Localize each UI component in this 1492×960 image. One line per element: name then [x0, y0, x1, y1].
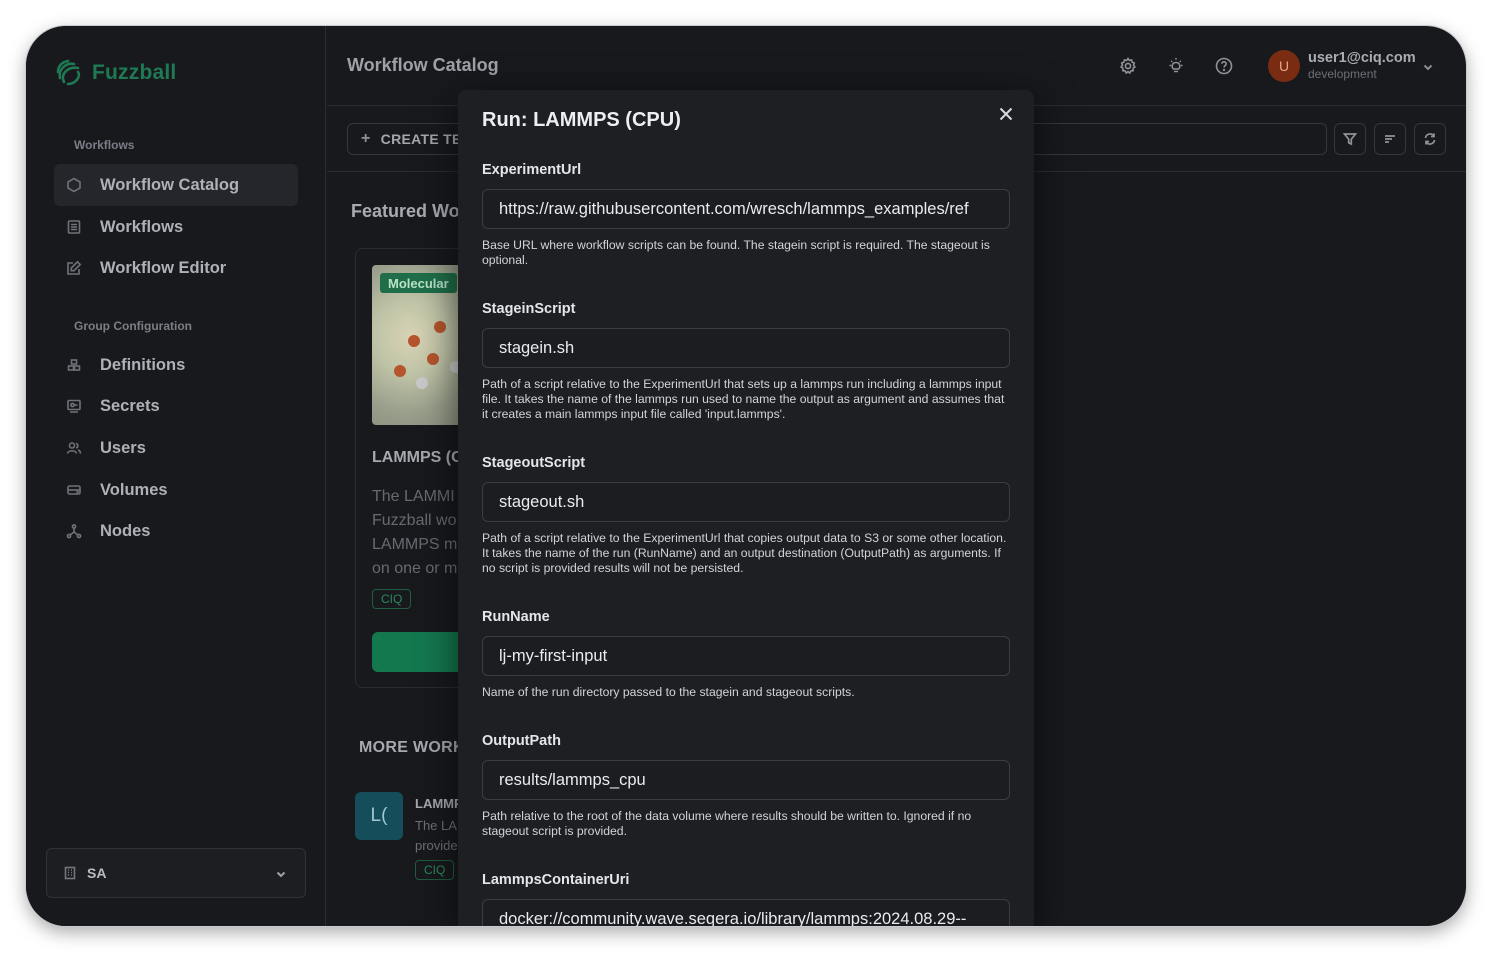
sidebar-item-label: Nodes [100, 521, 151, 540]
plus-icon: + [361, 130, 371, 147]
output-path-input[interactable]: results/lammps_cpu [482, 760, 1010, 800]
sidebar-item-users[interactable]: Users [54, 427, 298, 469]
chevron-down-icon[interactable] [1422, 60, 1434, 72]
app-window: Fuzzball Workflows Workflow Catalog Work… [26, 26, 1466, 926]
output-path-help: Path relative to the root of the data vo… [482, 809, 972, 838]
experiment-url-input[interactable]: https://raw.githubusercontent.com/wresch… [482, 189, 1010, 229]
sidebar-item-label: Secrets [100, 396, 160, 415]
sort-icon [1385, 135, 1395, 143]
stageout-script-help: Path of a script relative to the Experim… [482, 531, 1007, 575]
key-icon [66, 398, 82, 414]
group-select-value: SA [87, 865, 107, 881]
user-environment: development [1308, 67, 1377, 81]
sidebar-item-label: Volumes [100, 480, 168, 499]
sidebar-item-label: Definitions [100, 355, 186, 374]
group-select[interactable]: SA [46, 848, 306, 898]
filter-button[interactable] [1334, 123, 1366, 155]
sidebar-item-nodes[interactable]: Nodes [54, 510, 298, 552]
sort-button[interactable] [1374, 123, 1406, 155]
workflow-list-icon: L( [355, 792, 403, 840]
create-template-label: CREATE TE [380, 131, 462, 147]
lammps-container-uri-label: LammpsContainerUri [482, 872, 630, 888]
stageout-script-label: StageoutScript [482, 455, 586, 471]
user-email[interactable]: user1@ciq.com [1308, 50, 1416, 66]
sidebar-item-workflow-catalog[interactable]: Workflow Catalog [54, 164, 298, 206]
sidebar-item-workflow-editor[interactable]: Workflow Editor [54, 247, 298, 289]
more-workflows-title: MORE WORK [359, 739, 465, 756]
stagein-script-input[interactable]: stagein.sh [482, 328, 1010, 368]
dialog-title: Run: LAMMPS (CPU) [482, 109, 681, 131]
page-title: Workflow Catalog [347, 55, 499, 75]
help-icon[interactable] [1214, 56, 1234, 76]
edit-icon [66, 260, 82, 276]
refresh-button[interactable] [1414, 123, 1446, 155]
brand-name: Fuzzball [92, 61, 177, 84]
card-title: LAMMPS (C [372, 449, 463, 466]
list-icon [66, 219, 82, 235]
experiment-url-help: Base URL where workflow scripts can be f… [482, 238, 990, 267]
featured-section-title: Featured Wo [351, 201, 460, 221]
ciq-badge: CIQ [372, 589, 412, 609]
list-item-title[interactable]: LAMMP [415, 796, 463, 811]
category-tag: Molecular [380, 273, 457, 293]
search-input[interactable] [1027, 123, 1327, 155]
sidebar-item-label: Workflow Editor [100, 258, 227, 277]
avatar[interactable]: U [1268, 50, 1300, 82]
stageout-script-input[interactable]: stageout.sh [482, 482, 1010, 522]
sidebar-item-label: Users [100, 438, 146, 457]
sidebar: Fuzzball Workflows Workflow Catalog Work… [26, 26, 326, 926]
sidebar-item-label: Workflows [100, 217, 184, 236]
sidebar-item-label: Workflow Catalog [100, 175, 240, 194]
run-name-help: Name of the run directory passed to the … [482, 685, 855, 699]
drive-icon [66, 482, 82, 498]
stack-icon [66, 357, 82, 373]
filter-icon [1343, 133, 1357, 146]
sidebar-item-definitions[interactable]: Definitions [54, 344, 298, 386]
refresh-icon [1424, 133, 1436, 145]
sidebar-item-volumes[interactable]: Volumes [54, 469, 298, 511]
run-workflow-dialog: Run: LAMMPS (CPU) ExperimentUrl https://… [458, 90, 1034, 926]
stagein-script-help: Path of a script relative to the Experim… [482, 377, 1005, 421]
run-name-label: RunName [482, 609, 550, 625]
close-icon[interactable] [996, 104, 1016, 124]
sidebar-item-workflows[interactable]: Workflows [54, 206, 298, 248]
building-icon [63, 866, 77, 880]
group-config-section-label: Group Configuration [74, 319, 192, 333]
brand-logo[interactable]: Fuzzball [54, 58, 176, 88]
fuzzball-logo-icon [56, 59, 81, 86]
hexagon-icon [66, 177, 82, 193]
output-path-label: OutputPath [482, 733, 561, 749]
lightbulb-icon[interactable] [1166, 56, 1186, 76]
experiment-url-label: ExperimentUrl [482, 162, 582, 178]
network-icon [66, 523, 82, 539]
ciq-badge: CIQ [415, 860, 455, 880]
chevron-down-icon [275, 867, 287, 879]
run-name-input[interactable]: lj-my-first-input [482, 636, 1010, 676]
users-icon [66, 440, 82, 456]
gear-icon[interactable] [1118, 56, 1138, 76]
lammps-container-uri-input[interactable]: docker://community.wave.seqera.io/librar… [482, 899, 1010, 926]
stagein-script-label: StageinScript [482, 301, 576, 317]
workflows-section-label: Workflows [74, 138, 135, 152]
sidebar-item-secrets[interactable]: Secrets [54, 385, 298, 427]
